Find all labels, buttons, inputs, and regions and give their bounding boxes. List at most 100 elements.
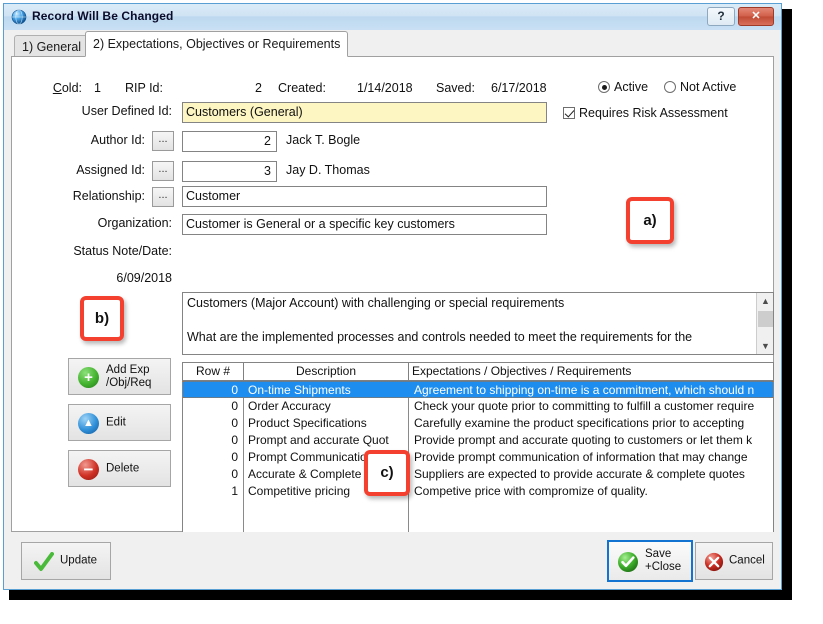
saved-label: Saved: [436, 81, 475, 95]
edit-label: Edit [106, 416, 126, 429]
annotation-a: a) [626, 197, 674, 244]
footer-bar: Update Save +Close [4, 532, 781, 589]
cell-expectation: Competive price with compromize of quali… [410, 483, 773, 500]
assigned-name: Jay D. Thomas [286, 163, 370, 177]
edit-circle-icon: ▲ [78, 413, 99, 434]
tab-general[interactable]: 1) General [14, 35, 89, 57]
cell-expectation: Provide prompt and accurate quoting to c… [410, 432, 773, 449]
status-note-date: 6/09/2018 [12, 271, 172, 285]
save-close-button[interactable]: Save +Close [607, 540, 693, 582]
cell-expectation: Suppliers are expected to provide accura… [410, 466, 773, 483]
assigned-id-label: Assigned Id: [12, 163, 145, 177]
grid-header: Row # Description Expectations / Objecti… [183, 363, 773, 381]
cancel-label: Cancel [729, 555, 765, 568]
cell-row-number: 1 [183, 483, 243, 500]
table-row[interactable]: 0 Prompt and accurate Quot Provide promp… [183, 432, 773, 449]
annotation-c: c) [364, 450, 410, 496]
check-mark-icon [34, 552, 54, 572]
cell-expectation: Carefully examine the product specificat… [410, 415, 773, 432]
scroll-up-icon[interactable]: ▲ [757, 293, 774, 309]
saved-value: 6/17/2018 [491, 81, 547, 95]
green-check-circle-icon [617, 551, 639, 573]
table-row[interactable]: 0 On-time Shipments Agreement to shippin… [183, 381, 773, 398]
window-title: Record Will Be Changed [32, 9, 173, 23]
table-row[interactable]: 1 Competitive pricing Competive price wi… [183, 483, 773, 500]
column-header-expectations[interactable]: Expectations / Objectives / Requirements [412, 363, 757, 380]
cell-row-number: 0 [183, 449, 243, 466]
status-note-scrollbar[interactable]: ▲ ▼ [756, 293, 773, 354]
status-note-textarea[interactable]: Customers (Major Account) with challengi… [182, 292, 774, 355]
checkbox-box [563, 107, 575, 119]
cell-row-number: 0 [183, 398, 243, 415]
save-close-label: Save +Close [645, 548, 681, 574]
minus-circle-icon: − [78, 459, 99, 480]
table-row[interactable]: 0 Product Specifications Carefully exami… [183, 415, 773, 432]
close-button[interactable]: ✕ [738, 7, 774, 26]
radio-active-label: Active [614, 80, 648, 94]
relationship-input[interactable]: Customer [182, 186, 547, 207]
help-button[interactable]: ? [707, 7, 735, 26]
radio-active-dot [598, 81, 610, 93]
delete-button[interactable]: − Delete [68, 450, 171, 487]
status-note-label: Status Note/Date: [12, 244, 172, 258]
cold-value: 1 [94, 81, 101, 95]
table-row[interactable]: 0 Order Accuracy Check your quote prior … [183, 398, 773, 415]
cell-row-number: 0 [183, 432, 243, 449]
assigned-id-input[interactable]: 3 [182, 161, 277, 182]
cell-expectation: Provide prompt communication of informat… [410, 449, 773, 466]
red-x-circle-icon [704, 552, 724, 572]
scroll-down-icon[interactable]: ▼ [757, 338, 774, 354]
cancel-button[interactable]: Cancel [695, 542, 773, 580]
radio-not-active-dot [664, 81, 676, 93]
cell-row-number: 0 [183, 382, 243, 399]
created-value: 1/14/2018 [357, 81, 413, 95]
cell-expectation: Check your quote prior to committing to … [410, 398, 773, 415]
tab-strip: 1) General 2) Expectations, Objectives o… [4, 30, 781, 57]
delete-label: Delete [106, 462, 139, 475]
title-bar: Record Will Be Changed ? ✕ [4, 4, 781, 31]
radio-active[interactable]: Active [598, 80, 648, 94]
plus-circle-icon: + [78, 367, 99, 388]
tab-expectations[interactable]: 2) Expectations, Objectives or Requireme… [85, 31, 348, 57]
author-id-picker-button[interactable]: ... [152, 131, 174, 151]
cell-description: Order Accuracy [244, 398, 407, 415]
cell-row-number: 0 [183, 466, 243, 483]
rip-id-value: 2 [255, 81, 262, 95]
header-separator [408, 363, 409, 380]
user-defined-id-input[interactable]: Customers (General) [182, 102, 547, 123]
edit-button[interactable]: ▲ Edit [68, 404, 171, 441]
add-exp-obj-req-button[interactable]: + Add Exp /Obj/Req [68, 358, 171, 395]
cold-label: Cold: [22, 81, 82, 95]
assigned-id-picker-button[interactable]: ... [152, 161, 174, 181]
author-id-label: Author Id: [12, 133, 145, 147]
column-header-row-number[interactable]: Row # [183, 363, 243, 380]
checkbox-label: Requires Risk Assessment [579, 106, 728, 120]
globe-icon [11, 9, 27, 25]
scrollbar-thumb[interactable] [758, 311, 773, 327]
rip-id-label: RIP Id: [125, 81, 163, 95]
add-exp-obj-req-label: Add Exp /Obj/Req [106, 364, 151, 390]
cell-description: On-time Shipments [244, 382, 407, 399]
radio-not-active-label: Not Active [680, 80, 736, 94]
checkbox-requires-risk-assessment[interactable]: Requires Risk Assessment [563, 106, 728, 120]
cell-expectation: Agreement to shipping on-time is a commi… [410, 382, 773, 399]
status-note-text: Customers (Major Account) with challengi… [187, 295, 747, 346]
author-id-input[interactable]: 2 [182, 131, 277, 152]
column-header-description[interactable]: Description [244, 363, 408, 380]
relationship-label: Relationship: [12, 189, 145, 203]
update-label: Update [60, 555, 97, 568]
cell-description: Prompt and accurate Quot [244, 432, 407, 449]
table-row[interactable]: 0 Prompt Communication Provide prompt co… [183, 449, 773, 466]
update-button[interactable]: Update [21, 542, 111, 580]
relationship-picker-button[interactable]: ... [152, 187, 174, 207]
cell-description: Product Specifications [244, 415, 407, 432]
annotation-b: b) [80, 296, 124, 341]
radio-not-active[interactable]: Not Active [664, 80, 736, 94]
organization-input[interactable]: Customer is General or a specific key cu… [182, 214, 547, 235]
author-name: Jack T. Bogle [286, 133, 360, 147]
created-label: Created: [278, 81, 326, 95]
table-row[interactable]: 0 Accurate & Complete Quot Suppliers are… [183, 466, 773, 483]
organization-label: Organization: [12, 216, 172, 230]
cell-row-number: 0 [183, 415, 243, 432]
user-defined-id-label: User Defined Id: [12, 104, 172, 118]
